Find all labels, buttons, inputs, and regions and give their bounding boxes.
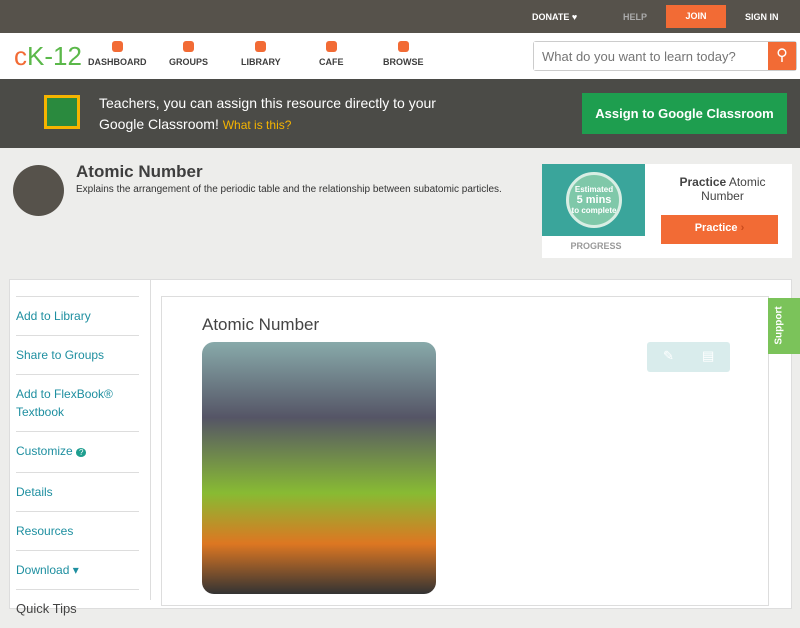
ck12-logo[interactable]: cK-12 (14, 41, 82, 72)
nav-label: BROWSE (383, 57, 424, 67)
nav-cafe[interactable]: CAFE (319, 41, 344, 67)
notes-icon[interactable]: ▤ (702, 348, 714, 364)
estimate-label: Estimated (574, 185, 614, 194)
practice-button-label: Practice (694, 222, 738, 234)
nav-label: LIBRARY (241, 57, 281, 67)
search-icon[interactable]: ⚲ (768, 42, 796, 70)
support-tab[interactable]: Support (768, 298, 800, 354)
sidebar-resources[interactable]: Resources (16, 511, 139, 550)
google-classroom-icon (44, 95, 80, 129)
nav-groups[interactable]: GROUPS (169, 41, 208, 67)
groups-icon (183, 41, 194, 52)
basketball-photo (202, 342, 436, 594)
nav-label: CAFE (319, 57, 344, 67)
sidebar-add-to-library[interactable]: Add to Library (16, 296, 139, 335)
estimate-time: 5 mins (576, 194, 612, 206)
sidebar-download[interactable]: Download ▾ (16, 550, 139, 589)
lesson-title: Atomic Number (202, 315, 320, 334)
progress-image: Estimated 5 mins to complete (542, 164, 645, 236)
sign-in-link[interactable]: SIGN IN (745, 12, 779, 22)
help-icon[interactable]: ? (76, 448, 87, 457)
tools-bar: ✎ ▤ (647, 342, 730, 372)
chemistry-flask-icon (13, 165, 64, 216)
practice-title: Practice Atomic Number (660, 175, 785, 203)
pencil-icon[interactable]: ✎ (663, 348, 674, 364)
sidebar: Add to Library Share to Groups Add to Fl… (16, 296, 139, 628)
help-link[interactable]: HELP (623, 12, 647, 22)
sidebar-customize[interactable]: Customize ? (16, 431, 139, 472)
chevron-right-icon: › (740, 222, 745, 234)
estimate-suffix: to complete (571, 206, 617, 215)
practice-bold: Practice (679, 175, 727, 189)
donate-link[interactable]: DONATE ♥ (532, 12, 577, 22)
what-is-this-link[interactable]: What is this? (223, 118, 292, 132)
sidebar-details[interactable]: Details (16, 472, 139, 511)
concept-title: Atomic Number (76, 162, 203, 181)
sidebar-share-to-groups[interactable]: Share to Groups (16, 335, 139, 374)
search-input[interactable] (534, 42, 764, 70)
customize-label: Customize (16, 444, 73, 458)
support-label: Support (773, 306, 785, 345)
concept-description: Explains the arrangement of the periodic… (76, 184, 502, 195)
library-icon (255, 41, 267, 52)
nav-label: GROUPS (169, 57, 209, 67)
estimate-circle: Estimated 5 mins to complete (566, 172, 622, 228)
divider (150, 280, 151, 600)
nav-dashboard[interactable]: DASHBOARD (88, 41, 147, 67)
sidebar-add-to-flexbook[interactable]: Add to FlexBook® Textbook (16, 374, 139, 431)
practice-button[interactable]: Practice › (661, 215, 778, 244)
sidebar-quick-tips[interactable]: Quick Tips (16, 589, 139, 628)
banner-text: Teachers, you can assign this resource d… (99, 93, 459, 136)
nav-browse[interactable]: BROWSE (383, 41, 424, 67)
nav-label: DASHBOARD (88, 57, 147, 67)
main-nav: cK-12 DASHBOARD GROUPS LIBRARY CAFE BROW… (0, 33, 800, 79)
assign-google-classroom-button[interactable]: Assign to Google Classroom (582, 93, 787, 134)
search-box: ⚲ (533, 41, 797, 71)
dashboard-icon (111, 41, 123, 52)
nav-library[interactable]: LIBRARY (241, 41, 281, 67)
join-button[interactable]: JOIN (666, 5, 726, 28)
top-bar: DONATE ♥ HELP JOIN SIGN IN (0, 0, 800, 33)
google-classroom-banner: Teachers, you can assign this resource d… (0, 79, 800, 148)
progress-label: PROGRESS (570, 241, 622, 251)
browse-icon (397, 41, 409, 52)
practice-card: Estimated 5 mins to complete PROGRESS Prac… (542, 164, 792, 258)
cafe-icon (325, 41, 337, 52)
